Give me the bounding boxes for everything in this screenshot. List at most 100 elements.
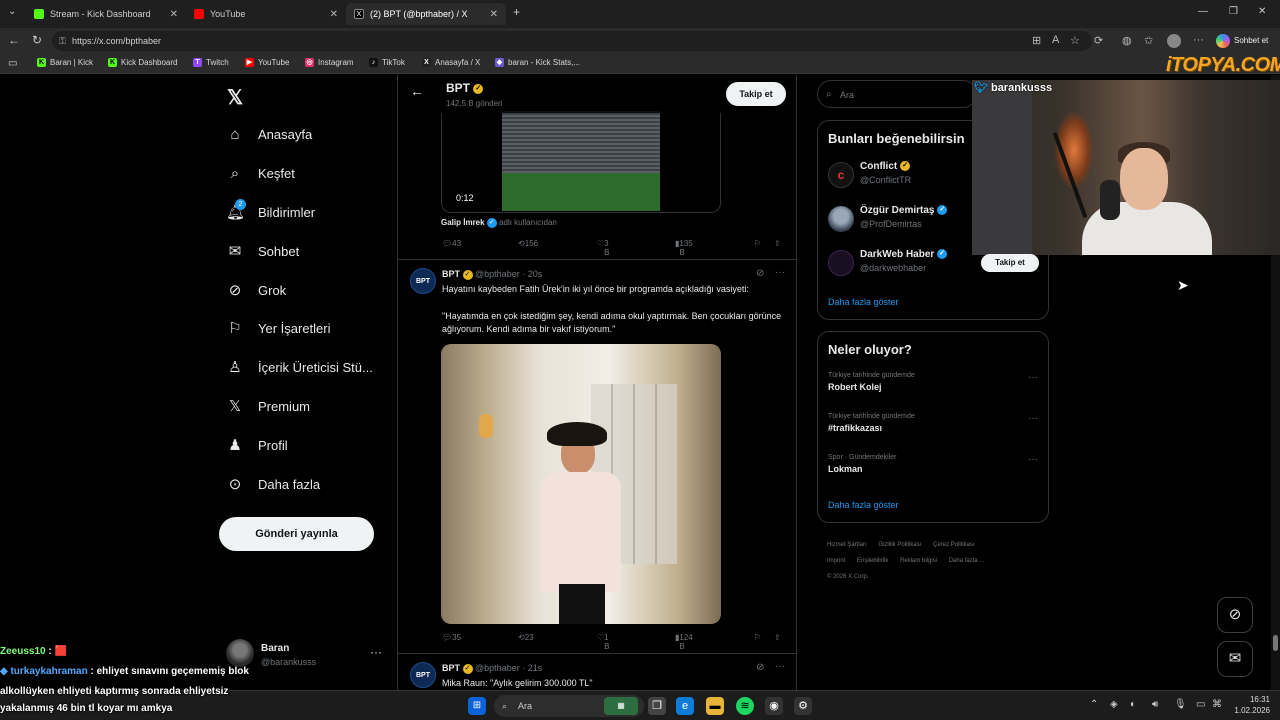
tab-youtube[interactable]: YouTube ✕ bbox=[186, 3, 346, 25]
tab-list-icon[interactable]: ⌄ bbox=[8, 6, 16, 17]
reading-list-icon[interactable]: ▭ bbox=[8, 58, 17, 69]
footer-link[interactable]: Hizmet Şartları bbox=[827, 542, 867, 548]
url-input[interactable]: ⚿ https://x.com/bpthaber bbox=[52, 31, 1092, 51]
bookmark-instagram[interactable]: ◎ Instagram bbox=[305, 58, 354, 67]
nav-explore[interactable]: ⌕ Keşfet bbox=[226, 158, 295, 188]
edge-icon[interactable]: e bbox=[676, 697, 694, 715]
shield-icon[interactable]: ◍ bbox=[1122, 34, 1132, 47]
trend-item[interactable]: Türkiye tarihinde gündemde #trafikkazası… bbox=[828, 413, 1040, 433]
more-icon[interactable]: ··· bbox=[1028, 413, 1038, 424]
nav-creator-studio[interactable]: ♙ İçerik Üreticisi Stü... bbox=[226, 352, 373, 382]
bookmark-tiktok[interactable]: ♪ TikTok bbox=[369, 58, 405, 67]
trend-item[interactable]: Spor · Gündemdekiler Lokman ··· bbox=[828, 454, 1040, 474]
attribution[interactable]: Galip İmrek ✓ adlı kullanıcıdan bbox=[441, 218, 557, 228]
share-icon[interactable]: ⇪ bbox=[774, 239, 781, 248]
views-action[interactable]: ▮ 124 B bbox=[675, 633, 693, 651]
copilot-chat-button[interactable]: Sohbet et bbox=[1212, 31, 1274, 51]
back-arrow-icon[interactable]: ← bbox=[410, 83, 424, 99]
like-action[interactable]: ♡ 1 B bbox=[597, 633, 610, 651]
refresh-icon[interactable]: ↻ bbox=[32, 33, 42, 47]
footer-link[interactable]: Erişilebilirlik bbox=[857, 558, 888, 564]
footer-link[interactable]: Imprint bbox=[827, 558, 845, 564]
close-icon[interactable]: ✕ bbox=[170, 9, 178, 20]
tray-app-icon[interactable]: ◈ bbox=[1110, 699, 1118, 710]
close-icon[interactable]: ✕ bbox=[490, 9, 498, 20]
nav-premium[interactable]: 𝕏 Premium bbox=[226, 391, 310, 421]
bookmark-baran-kick[interactable]: K Baran | Kick bbox=[37, 58, 93, 67]
retweet-action[interactable]: ⟲ 23 bbox=[518, 633, 534, 642]
more-icon[interactable]: ··· bbox=[1028, 454, 1038, 465]
read-aloud-icon[interactable]: A bbox=[1052, 34, 1059, 46]
bookmark-icon[interactable]: ⚐ bbox=[754, 239, 761, 248]
bookmark-anasayfa-x[interactable]: X Anasayfa / X bbox=[422, 58, 480, 67]
account-switcher[interactable]: Baran @barankusss ··· bbox=[226, 637, 386, 671]
follow-button[interactable]: Takip et bbox=[981, 254, 1039, 272]
volume-icon[interactable]: 🔊︎ bbox=[1152, 699, 1158, 710]
footer-link[interactable]: Çerez Politikası bbox=[933, 542, 975, 548]
favorite-star-icon[interactable]: ☆ bbox=[1070, 34, 1080, 47]
profile-avatar-icon[interactable] bbox=[1167, 34, 1181, 48]
video-card[interactable]: 0:12 bbox=[441, 111, 721, 213]
follow-button[interactable]: Takip et bbox=[726, 82, 786, 106]
nav-bookmarks[interactable]: ⚐ Yer İşaretleri bbox=[226, 313, 330, 343]
site-info-icon[interactable]: ⚿ bbox=[59, 31, 66, 51]
tab-bpt-x[interactable]: X (2) BPT (@bpthaber) / X ✕ bbox=[346, 3, 506, 25]
tray-chevron-icon[interactable]: ⌃ bbox=[1090, 699, 1098, 710]
video-thumbnail[interactable] bbox=[502, 111, 660, 211]
x-logo-icon[interactable]: 𝕏 bbox=[227, 85, 243, 110]
widget-icon[interactable]: ▦ bbox=[604, 697, 638, 715]
back-icon[interactable]: ← bbox=[8, 33, 20, 47]
extensions-icon[interactable]: ⟳ bbox=[1094, 34, 1103, 47]
reply-action[interactable]: 💬︎ 43 bbox=[442, 239, 461, 248]
task-view-icon[interactable]: ❐ bbox=[648, 697, 666, 715]
nav-grok[interactable]: ⊘ Grok bbox=[226, 275, 286, 305]
spotify-icon[interactable]: ≋ bbox=[736, 697, 754, 715]
post-button[interactable]: Gönderi yayınla bbox=[219, 517, 374, 551]
tab-kick-dashboard[interactable]: Stream - Kick Dashboard ✕ bbox=[26, 3, 186, 25]
show-more-link[interactable]: Daha fazla göster bbox=[828, 500, 899, 510]
favorites-icon[interactable]: ✩ bbox=[1144, 34, 1153, 47]
settings-more-icon[interactable]: ··· bbox=[1193, 34, 1204, 46]
grok-icon[interactable]: ⊘ bbox=[756, 662, 764, 673]
grok-icon[interactable]: ⊘ bbox=[756, 268, 764, 279]
discord-icon[interactable]: ◐ bbox=[1130, 699, 1136, 710]
search-input[interactable]: ⌕ Ara bbox=[817, 80, 977, 108]
nav-home[interactable]: ⌂ Anasayfa bbox=[226, 119, 312, 149]
more-icon[interactable]: ··· bbox=[775, 661, 785, 672]
reply-action[interactable]: 💬︎ 35 bbox=[442, 633, 461, 642]
bookmark-twitch[interactable]: T Twitch bbox=[193, 58, 229, 67]
footer-link[interactable]: Gizlilik Politikası bbox=[878, 542, 921, 548]
tweet-image[interactable] bbox=[441, 344, 721, 624]
views-action[interactable]: ▮ 135 B bbox=[675, 239, 693, 257]
new-tab-icon[interactable]: + bbox=[513, 5, 520, 19]
file-explorer-icon[interactable]: ▬ bbox=[706, 697, 724, 715]
bookmark-kick-dashboard[interactable]: K Kick Dashboard bbox=[108, 58, 177, 67]
share-icon[interactable]: ⇪ bbox=[774, 633, 781, 642]
nav-more[interactable]: ⊙ Daha fazla bbox=[226, 469, 320, 499]
trend-item[interactable]: Türkiye tarihinde gündemde Robert Kolej … bbox=[828, 372, 1040, 392]
more-icon[interactable]: ··· bbox=[775, 267, 785, 278]
retweet-action[interactable]: ⟲ 156 bbox=[518, 239, 538, 248]
like-action[interactable]: ♡ 3 B bbox=[597, 239, 610, 257]
show-more-link[interactable]: Daha fazla göster bbox=[828, 297, 899, 307]
timeline[interactable]: ← BPT ✓ 142,5 B gönderi Takip et 0:12 Ga… bbox=[397, 75, 797, 690]
window-close-icon[interactable]: ✕ bbox=[1258, 6, 1266, 17]
footer-link[interactable]: Daha fazla ... bbox=[949, 558, 984, 564]
app-available-icon[interactable]: ⊞ bbox=[1032, 34, 1041, 47]
more-icon[interactable]: ··· bbox=[370, 645, 382, 659]
microphone-icon[interactable]: 🎙︎ bbox=[1174, 699, 1187, 710]
app-icon[interactable]: ⚙ bbox=[794, 697, 812, 715]
bookmark-kick-stats[interactable]: ◆ baran - Kick Stats,... bbox=[495, 58, 580, 67]
clock[interactable]: 16:31 1.02.2026 bbox=[1226, 694, 1270, 716]
nav-notifications[interactable]: 🔔︎ 2 Bildirimler bbox=[226, 197, 315, 227]
avatar[interactable]: BPT bbox=[410, 662, 436, 688]
network-icon[interactable]: ⌘ bbox=[1212, 699, 1222, 710]
messages-fab-icon[interactable]: ✉ bbox=[1217, 641, 1253, 677]
footer-link[interactable]: Reklam bilgisi bbox=[900, 558, 937, 564]
nav-chat[interactable]: ✉ Sohbet bbox=[226, 236, 300, 266]
avatar[interactable]: BPT bbox=[410, 268, 436, 294]
grok-fab-icon[interactable]: ⊘ bbox=[1217, 597, 1253, 633]
more-icon[interactable]: ··· bbox=[1028, 372, 1038, 383]
monitor-icon[interactable]: ▭ bbox=[1196, 699, 1205, 710]
obs-icon[interactable]: ◉ bbox=[765, 697, 783, 715]
